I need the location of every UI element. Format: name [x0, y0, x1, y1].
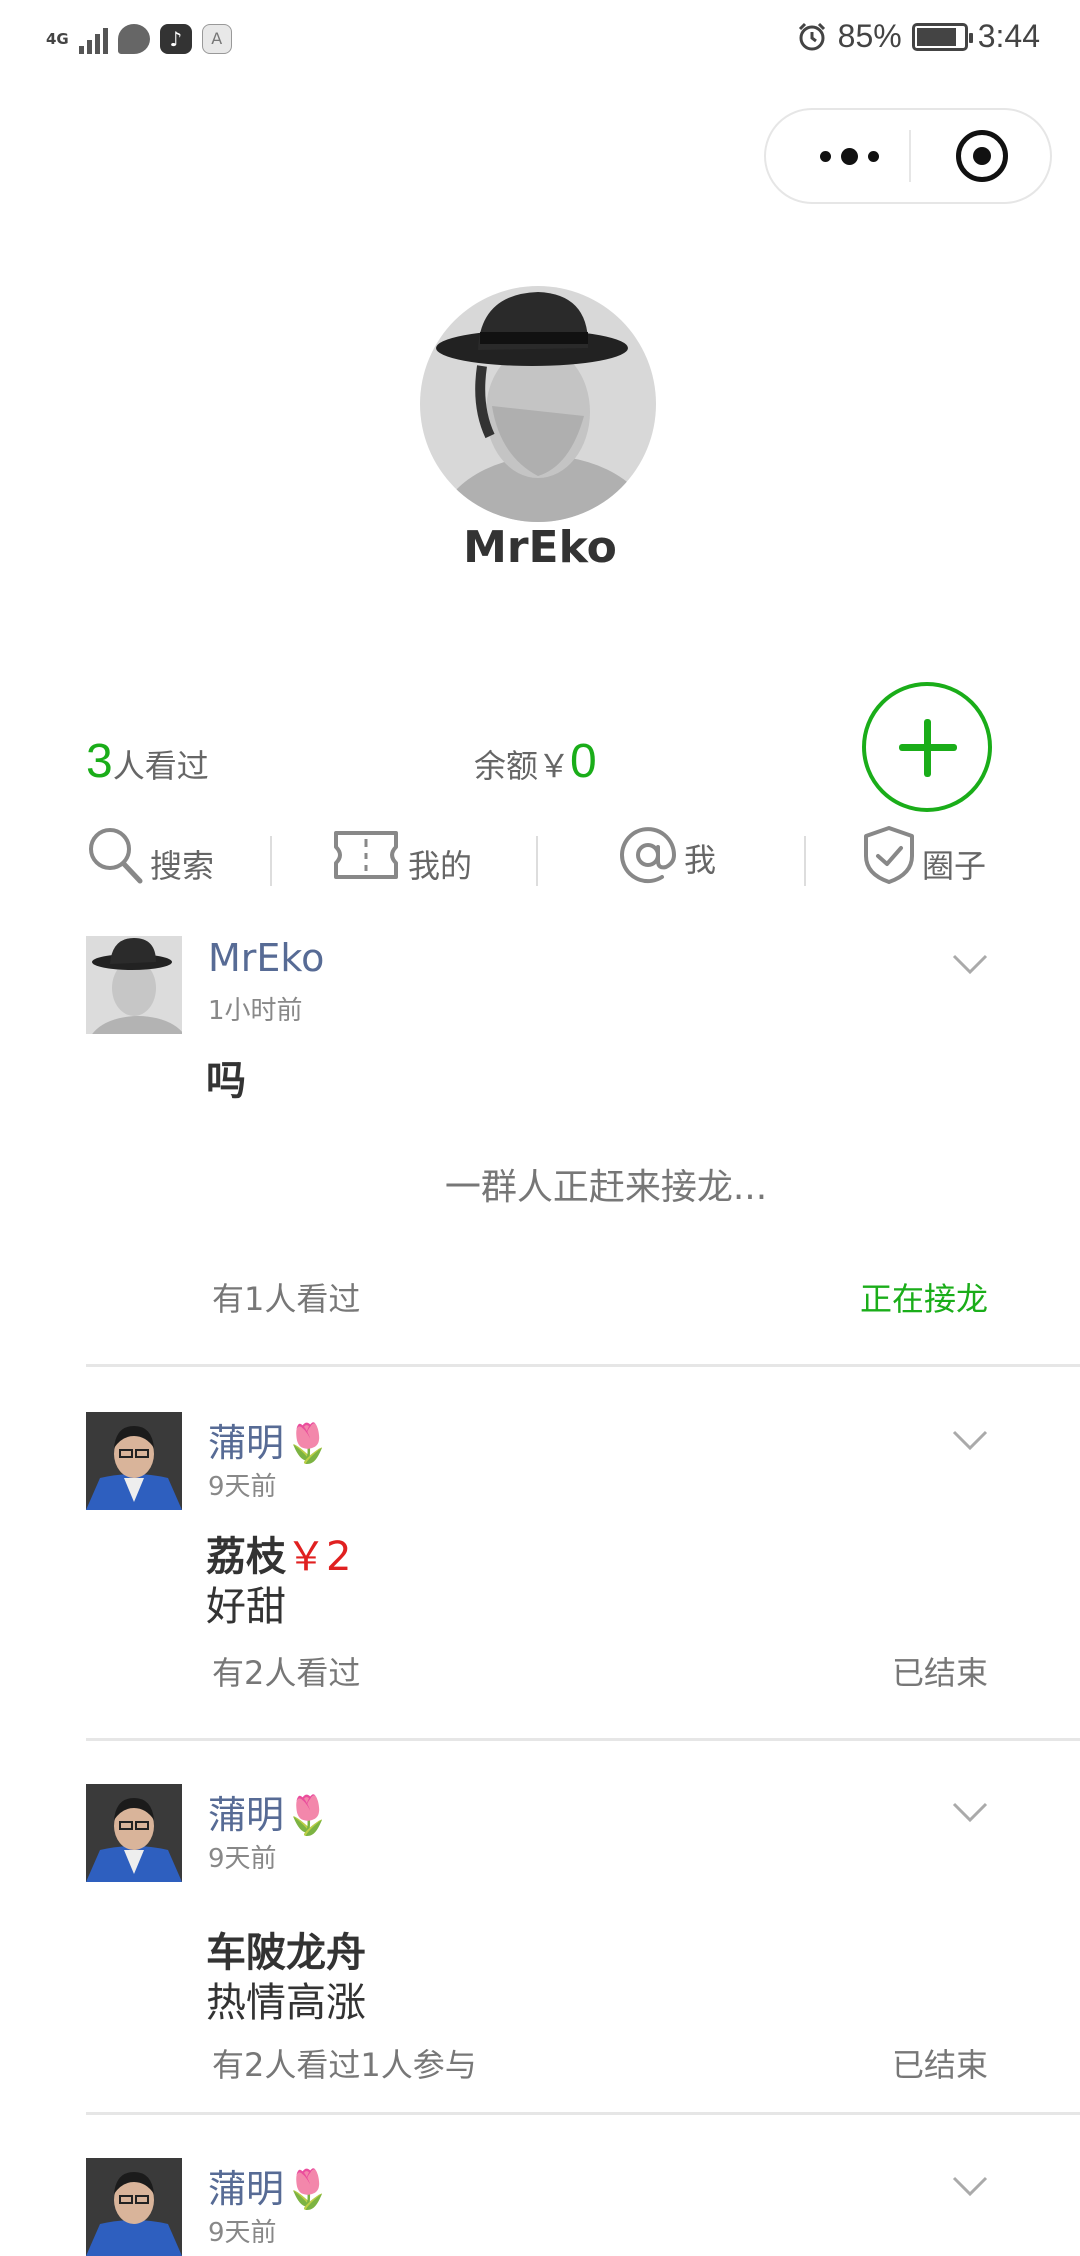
nav-divider — [804, 836, 806, 886]
status-left: 4G ♪ A — [46, 24, 232, 54]
nav-label-mentions: 我 — [684, 841, 717, 879]
tulip-icon: 🌷 — [284, 2167, 332, 2211]
nav-item-search[interactable]: 搜索 — [86, 820, 214, 890]
capsule-menu — [764, 108, 1052, 204]
author-avatar[interactable] — [86, 1412, 182, 1510]
author-avatar[interactable] — [86, 2158, 182, 2256]
status-label: 已结束 — [891, 1654, 988, 1692]
status-label[interactable]: 正在接龙 — [860, 1274, 988, 1320]
more-icon[interactable] — [794, 110, 904, 202]
author-name[interactable]: 蒲明🌷 — [208, 1784, 331, 1839]
post-desc: 好甜 — [206, 1584, 286, 1630]
tulip-icon: 🌷 — [284, 1793, 332, 1837]
nav-label-mine: 我的 — [408, 847, 473, 885]
search-icon — [89, 828, 143, 884]
balance-stat[interactable]: 余额￥0 — [474, 734, 597, 789]
post-desc: 热情高涨 — [206, 1980, 366, 2026]
chevron-down-icon[interactable] — [952, 946, 988, 982]
feed-item[interactable]: MrEko 1小时前 吗 一群人正赶来接龙... 有1人看过 正在接龙 — [86, 936, 1080, 1367]
keyboard-a-icon: A — [201, 24, 232, 54]
post-time: 1小时前 — [208, 996, 303, 1026]
nav-divider — [270, 836, 272, 886]
capsule-divider — [909, 130, 911, 182]
clock: 3:44 — [977, 18, 1040, 54]
waiting-message: 一群人正赶来接龙... — [444, 1167, 768, 1208]
alarm-icon — [798, 22, 825, 50]
status-bar: 4G ♪ A 85% 3:44 — [0, 0, 1080, 86]
views-count: 3 — [86, 735, 113, 788]
view-count: 有2人看过1人参与 — [212, 2046, 477, 2084]
profile-avatar[interactable] — [420, 286, 656, 522]
views-label: 人看过 — [112, 747, 209, 785]
nav-item-mentions[interactable]: 我 — [618, 820, 716, 890]
views-stat[interactable]: 3人看过 — [86, 734, 209, 789]
divider — [86, 1738, 1080, 1741]
ticket-icon — [334, 831, 398, 879]
feed-item[interactable]: 蒲明🌷 9天前 — [86, 2158, 1080, 2256]
status-right: 85% 3:44 — [796, 18, 1040, 55]
tulip-icon: 🌷 — [284, 1421, 332, 1465]
nav-divider — [536, 836, 538, 886]
profile-username: MrEko — [463, 522, 617, 573]
post-time: 9天前 — [208, 1472, 277, 1502]
tiktok-icon: ♪ — [159, 24, 192, 54]
battery-icon — [911, 22, 973, 51]
nav-item-circle[interactable]: 圈子 — [862, 820, 986, 890]
nav-item-mine[interactable]: 我的 — [330, 820, 472, 890]
post-price: ￥2 — [286, 1534, 352, 1580]
balance-value: 0 — [570, 735, 597, 788]
status-label: 已结束 — [891, 2046, 988, 2084]
feed-item[interactable]: 蒲明🌷 9天前 荔枝￥2 好甜 有2人看过 已结束 — [86, 1412, 1080, 1742]
chevron-down-icon[interactable] — [952, 2168, 988, 2204]
author-name[interactable]: 蒲明🌷 — [208, 1412, 331, 1467]
battery-percent: 85% — [837, 18, 902, 54]
divider — [86, 2112, 1080, 2115]
divider — [86, 1364, 1080, 1367]
balance-label: 余额￥ — [474, 747, 571, 785]
chevron-down-icon[interactable] — [952, 1794, 988, 1830]
nav-label-circle: 圈子 — [922, 847, 987, 885]
add-button[interactable] — [862, 682, 992, 812]
view-count: 有1人看过 — [212, 1280, 361, 1318]
author-name[interactable]: MrEko — [208, 936, 324, 980]
at-icon — [620, 827, 677, 884]
author-name[interactable]: 蒲明🌷 — [208, 2158, 331, 2213]
post-time: 9天前 — [208, 1844, 277, 1874]
network-indicator: 4G — [46, 30, 69, 48]
shield-check-icon — [864, 826, 914, 884]
chat-icon — [117, 24, 150, 54]
nav-label-search: 搜索 — [150, 847, 215, 885]
nav-row: 搜索 我的 我 圈子 — [86, 820, 996, 900]
close-target-icon[interactable] — [956, 130, 1008, 182]
author-avatar[interactable] — [86, 1784, 182, 1882]
signal-icon — [78, 24, 108, 54]
feed-item[interactable]: 蒲明🌷 9天前 车陂龙舟 热情高涨 有2人看过1人参与 已结束 — [86, 1784, 1080, 2115]
author-avatar[interactable] — [86, 936, 182, 1034]
view-count: 有2人看过 — [212, 1654, 361, 1692]
post-title: 吗 — [206, 1058, 246, 1104]
post-time: 9天前 — [208, 2218, 277, 2248]
chevron-down-icon[interactable] — [952, 1422, 988, 1458]
